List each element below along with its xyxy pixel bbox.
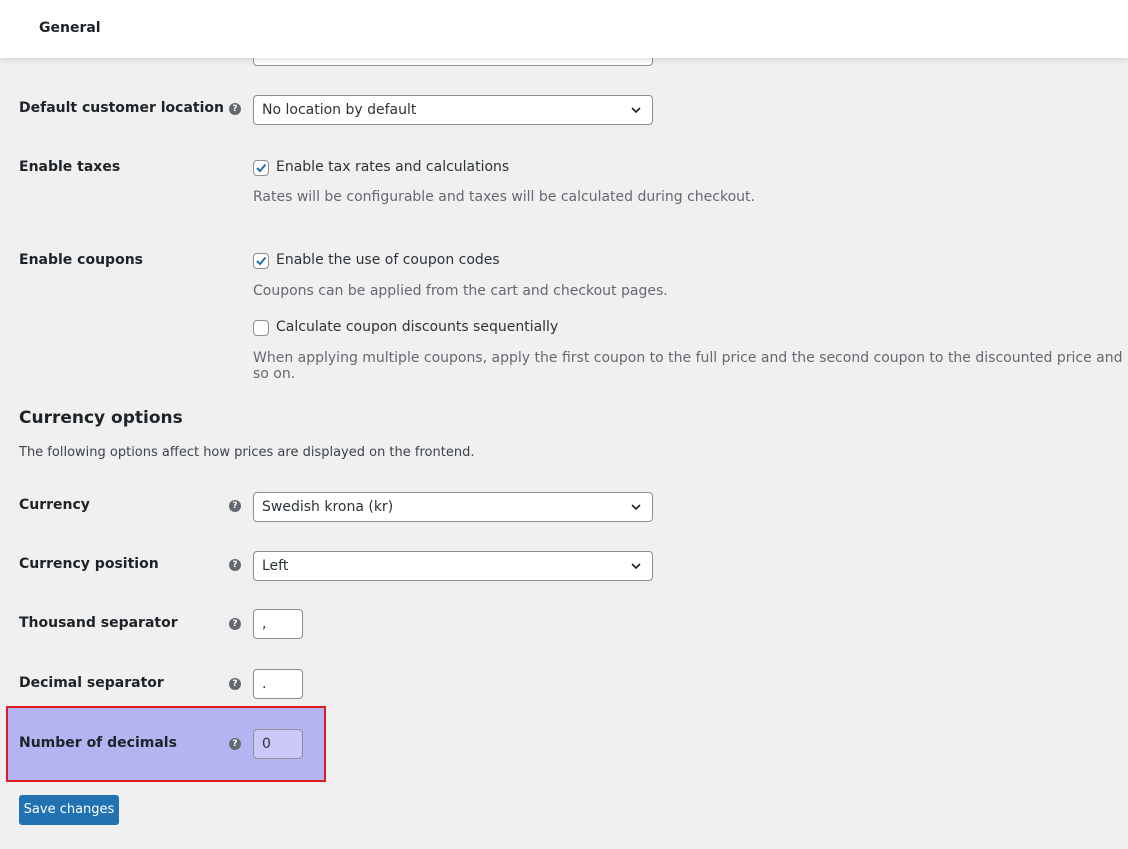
save-button[interactable]: Save changes xyxy=(19,795,119,825)
section-description: The following options affect how prices … xyxy=(19,445,475,460)
help-icon[interactable]: ? xyxy=(229,738,241,750)
number-of-decimals-label: Number of decimals xyxy=(19,735,177,751)
help-icon[interactable]: ? xyxy=(229,103,241,115)
checkmark-icon xyxy=(256,256,267,266)
decimal-separator-label: Decimal separator xyxy=(19,675,164,691)
section-heading: Currency options xyxy=(19,408,183,428)
currency-label: Currency xyxy=(19,497,90,513)
enable-taxes-label: Enable taxes xyxy=(19,159,121,175)
thousand-separator-label: Thousand separator xyxy=(19,615,178,631)
default-location-value: No location by default xyxy=(262,102,417,118)
sequential-checkbox[interactable] xyxy=(253,320,269,336)
default-location-select[interactable]: No location by default xyxy=(253,95,653,125)
default-location-label: Default customer location xyxy=(19,100,224,116)
sequential-description: When applying multiple coupons, apply th… xyxy=(253,350,1123,382)
tax-checkbox[interactable] xyxy=(253,160,269,176)
coupon-checkbox-label[interactable]: Enable the use of coupon codes xyxy=(276,252,500,268)
currency-position-value: Left xyxy=(262,558,289,574)
decimal-separator-input[interactable]: . xyxy=(253,669,303,699)
help-icon[interactable]: ? xyxy=(229,559,241,571)
enable-coupons-label: Enable coupons xyxy=(19,252,143,268)
page-title: General xyxy=(39,20,101,36)
number-of-decimals-input[interactable]: 0 xyxy=(253,729,303,759)
chevron-down-icon xyxy=(631,563,641,570)
tax-description: Rates will be configurable and taxes wil… xyxy=(253,189,755,205)
currency-position-label: Currency position xyxy=(19,556,159,572)
chevron-down-icon xyxy=(631,107,641,114)
help-icon[interactable]: ? xyxy=(229,618,241,630)
sequential-checkbox-label[interactable]: Calculate coupon discounts sequentially xyxy=(276,319,558,335)
currency-select[interactable]: Swedish krona (kr) xyxy=(253,492,653,522)
thousand-separator-input[interactable]: , xyxy=(253,609,303,639)
tax-checkbox-label[interactable]: Enable tax rates and calculations xyxy=(276,159,509,175)
checkmark-icon xyxy=(256,163,267,173)
help-icon[interactable]: ? xyxy=(229,500,241,512)
coupon-description: Coupons can be applied from the cart and… xyxy=(253,283,668,299)
coupon-checkbox[interactable] xyxy=(253,253,269,269)
currency-value: Swedish krona (kr) xyxy=(262,499,394,515)
page-header: General xyxy=(0,0,1128,58)
help-icon[interactable]: ? xyxy=(229,678,241,690)
chevron-down-icon xyxy=(631,504,641,511)
currency-position-select[interactable]: Left xyxy=(253,551,653,581)
